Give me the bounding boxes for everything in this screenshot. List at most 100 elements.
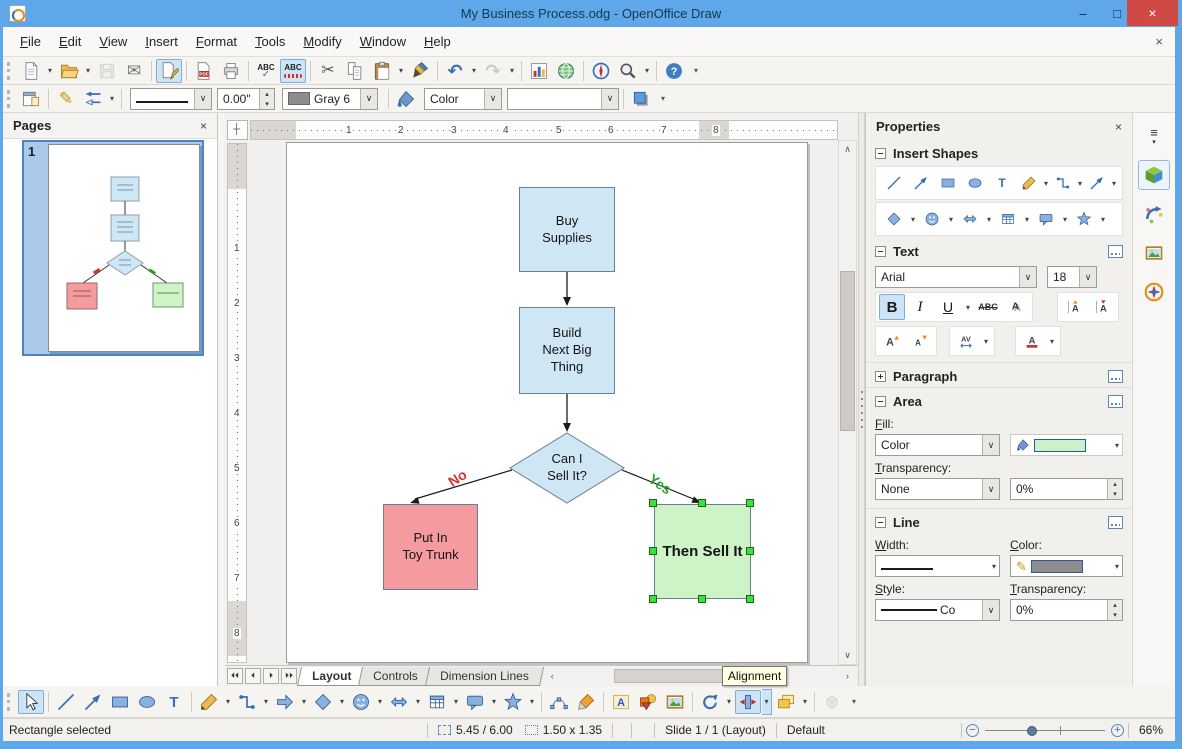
next-page-icon[interactable]: ⏵ [263,668,279,684]
expand-icon[interactable] [875,371,886,382]
callouts-dropdown-icon[interactable] [489,690,499,714]
toolbar-grip[interactable] [7,89,13,108]
flowchart-node-then-sell-it-selected[interactable]: Then Sell It [654,504,751,599]
basic-shapes-dropdown-icon[interactable] [337,690,347,714]
underline-dropdown-icon[interactable] [963,295,973,319]
selection-handle[interactable] [649,547,657,555]
zoom-slider-thumb[interactable] [1027,725,1037,736]
area-transparency-type-combo[interactable]: None [875,478,1000,500]
flowchart-dropdown-icon[interactable] [1022,207,1032,231]
shadow-toggle-icon[interactable] [628,87,654,111]
fill-color-combo[interactable] [507,87,619,110]
rectangle-tool-icon[interactable] [935,170,961,196]
spin-up-icon[interactable] [1108,600,1122,610]
panel-splitter[interactable] [858,113,865,686]
ellipse-tool-icon[interactable] [962,170,988,196]
collapse-icon[interactable] [875,396,886,407]
toolbar-grip[interactable] [7,61,13,80]
basic-shapes-icon[interactable] [881,206,907,232]
line-width-dropdown-icon[interactable] [989,554,999,578]
help-icon[interactable] [661,59,687,83]
menu-edit[interactable]: Edit [50,30,90,53]
zoom-icon[interactable] [615,59,641,83]
section-line[interactable]: Line [866,508,1132,533]
connector-tool-icon[interactable] [1050,170,1076,196]
collapse-icon[interactable] [875,517,886,528]
increase-font-icon[interactable] [879,328,905,354]
spin-up-icon[interactable] [260,88,274,99]
zoom-percentage[interactable]: 66% [1133,723,1175,737]
new-dropdown-icon[interactable] [45,59,55,83]
star-shapes-icon[interactable] [1071,206,1097,232]
menu-format[interactable]: Format [187,30,246,53]
lines-arrows-tool-icon[interactable] [1084,170,1110,196]
zoom-out-icon[interactable]: − [966,723,979,737]
document-close-icon[interactable]: × [1155,34,1163,49]
rotate-icon[interactable] [697,690,723,714]
callout-shapes-icon[interactable] [462,690,488,714]
increase-spacing-icon[interactable] [1061,294,1087,320]
alignment-dropdown-icon[interactable] [762,688,772,715]
vertical-ruler[interactable]: 1 2 3 4 5 6 7 8 [227,143,247,663]
spin-down-icon[interactable] [1108,489,1122,499]
lines-arrows-dropdown-icon[interactable] [1111,171,1117,195]
line-width-combo[interactable] [875,555,1000,577]
font-size-combo[interactable]: 18 [1047,266,1097,288]
line-style-combo[interactable]: Co [875,599,1000,621]
block-arrow-tool-icon[interactable] [272,690,298,714]
rotate-dropdown-icon[interactable] [724,690,734,714]
line-color-dropdown-icon[interactable] [360,88,377,109]
zoom-slider[interactable] [985,724,1105,737]
curve-tool-icon[interactable] [196,690,222,714]
scroll-right-icon[interactable]: › [839,668,856,685]
alignment-icon[interactable] [735,689,761,714]
sidebar-tab-gallery-effects[interactable] [1138,199,1170,229]
rectangle-tool-icon[interactable] [107,690,133,714]
arrow-style-dropdown-icon[interactable] [107,87,117,111]
text-dialog-launcher-icon[interactable] [1108,245,1123,258]
section-area[interactable]: Area [866,387,1132,412]
line-color-picker[interactable]: ✎ [1010,555,1123,577]
sidebar-tab-navigator[interactable] [1138,277,1170,307]
copy-icon[interactable] [342,59,368,83]
reduce-font-icon[interactable] [907,328,933,354]
insert-picture-icon[interactable] [662,690,688,714]
line-tool-icon[interactable] [53,690,79,714]
section-text[interactable]: Text [866,238,1132,262]
ruler-origin-button[interactable] [227,120,248,140]
line-tool-icon[interactable] [881,170,907,196]
stars-dropdown-icon[interactable] [527,690,537,714]
character-spacing-icon[interactable] [953,328,979,354]
toolbar-grip[interactable] [7,692,13,711]
fontwork-icon[interactable] [608,690,634,714]
strikethrough-button[interactable]: ABC [975,294,1001,320]
tab-dimension-lines[interactable]: Dimension Lines [425,666,544,686]
selection-handle[interactable] [746,547,754,555]
line-style-dropdown-icon[interactable] [194,88,211,109]
area-fill-type-combo[interactable]: Color [875,434,1000,456]
curve-dropdown-icon[interactable] [1043,171,1049,195]
callouts-dropdown-icon[interactable] [1060,207,1070,231]
toolbar-overflow-icon[interactable] [657,94,669,103]
font-name-combo[interactable]: Arial [875,266,1037,288]
line-color-combo[interactable]: Gray 6 [282,87,378,110]
styles-window-icon[interactable] [18,87,44,111]
flowchart-node-put-in-toy-trunk[interactable]: Put In Toy Trunk [383,504,478,590]
menu-modify[interactable]: Modify [294,30,350,53]
edit-mode-icon[interactable] [156,58,182,83]
connector-dropdown-icon[interactable] [261,690,271,714]
selection-handle[interactable] [746,595,754,603]
scrollbar-thumb[interactable] [840,271,855,431]
paste-dropdown-icon[interactable] [396,59,406,83]
minimize-button[interactable]: – [1066,0,1100,26]
slide-status[interactable]: Slide 1 / 1 (Layout) [659,723,772,737]
area-dialog-launcher-icon[interactable] [1108,395,1123,408]
ellipse-tool-icon[interactable] [134,690,160,714]
auto-spellcheck-icon[interactable]: ABC [280,58,306,83]
horizontal-scrollbar[interactable]: ‹ › [543,667,856,685]
selection-handle[interactable] [746,499,754,507]
from-file-shapes-icon[interactable] [635,690,661,714]
flowchart-node-build-next-big-thing[interactable]: Build Next Big Thing [519,307,615,394]
close-button[interactable]: × [1127,0,1178,26]
flowchart-shapes-icon[interactable] [995,206,1021,232]
